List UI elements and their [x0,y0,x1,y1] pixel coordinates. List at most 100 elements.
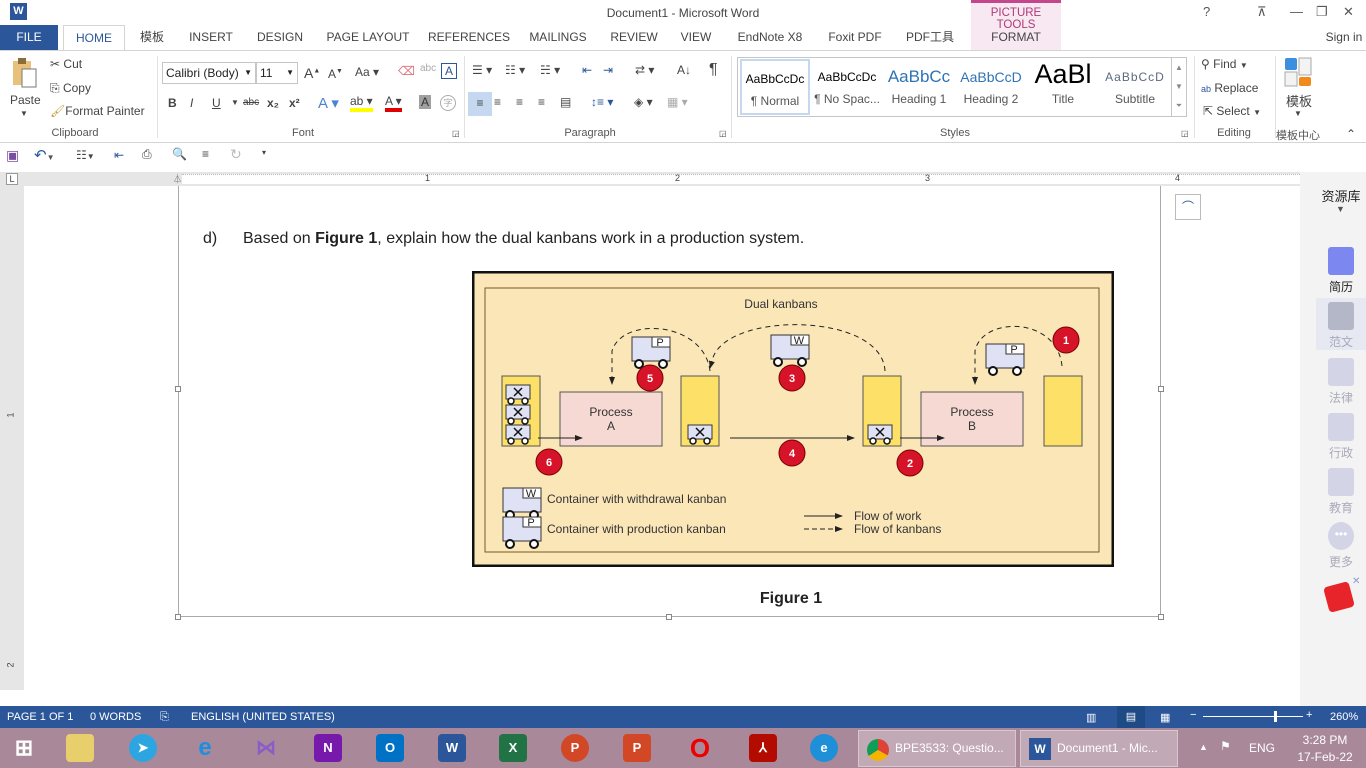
chevron-down-icon[interactable]: ▼ [1336,204,1345,214]
character-border-icon[interactable]: A [441,63,457,79]
underline-dropdown-icon[interactable]: ▼ [231,98,239,107]
justify-icon[interactable]: ≡ [538,95,545,109]
font-size-select[interactable]: 11▼ [256,62,298,84]
paragraph-dialog-launcher-icon[interactable]: ◲ [719,129,727,138]
outlook-icon[interactable]: O [376,734,404,762]
telegram-icon[interactable]: ➤ [129,734,157,762]
clear-formatting-icon[interactable]: ⌫ [398,64,415,78]
powerpoint-viewer-icon[interactable]: P [623,734,651,762]
copy-button[interactable]: ⎘ Copy [50,81,91,96]
visual-studio-icon[interactable]: ⋈ [252,734,280,762]
resize-handle[interactable] [1158,386,1164,392]
template-icon[interactable] [1283,57,1313,90]
powerpoint-icon[interactable]: P [561,734,589,762]
change-case-button[interactable]: Aa ▾ [355,65,379,79]
resource-library-header[interactable]: 资源库 [1316,186,1366,205]
zoom-slider-thumb[interactable] [1274,711,1277,722]
side-item-samples[interactable]: 范文 [1316,298,1366,350]
gallery-scroll[interactable]: ▲▼⏷ [1171,58,1186,116]
shrink-font-icon[interactable]: A▼ [328,67,343,81]
restore-icon[interactable]: ❐ [1316,4,1328,20]
print-preview-icon[interactable]: 🔍 [172,147,187,161]
resize-handle[interactable] [666,614,672,620]
indent-marker-icon[interactable]: ⏃ [173,172,182,185]
distributed-icon[interactable]: ▤ [560,95,571,109]
multilevel-list-icon[interactable]: ☵ ▾ [540,63,560,77]
bullets-icon[interactable]: ☰ ▾ [472,63,492,77]
show-formatting-marks-button[interactable]: ¶ [709,61,718,79]
text-effects-abc-icon[interactable]: abc [420,63,436,74]
tab-selector[interactable]: L [6,173,18,185]
close-promo-icon[interactable]: ✕ [1352,576,1360,587]
resize-handle[interactable] [1158,614,1164,620]
sort-icon[interactable]: A↓ [677,63,691,77]
horizontal-ruler[interactable]: L ⏃ 1 2 3 4 [0,172,1300,186]
borders-icon[interactable]: ▦ ▾ [667,95,688,109]
red-envelope-icon[interactable] [1323,581,1355,613]
layout-options-icon[interactable]: ⌒ [1175,194,1201,220]
zoom-slider-track[interactable] [1203,716,1303,717]
bold-button[interactable]: B [168,96,177,110]
excel-icon[interactable]: X [499,734,527,762]
scroll-down-icon[interactable]: ▼ [1172,77,1186,96]
tab-references[interactable]: REFERENCES [428,25,510,50]
web-layout-icon[interactable]: ▦ [1160,711,1170,724]
taskbar-word-window[interactable]: WDocument1 - Mic... [1020,730,1178,767]
vertical-ruler[interactable]: 1 2 [0,186,24,690]
file-explorer-icon[interactable] [66,734,94,762]
read-mode-icon[interactable]: ▥ [1086,711,1096,724]
close-icon[interactable]: ✕ [1343,4,1354,20]
replace-button[interactable]: ab Replace [1201,81,1258,95]
opera-icon[interactable]: O [686,734,714,762]
tab-review[interactable]: REVIEW [606,25,662,50]
numbering-qat-icon[interactable]: ☷▼ [76,148,95,162]
tab-pdf-tools[interactable]: PDF工具 [900,25,960,50]
minimize-icon[interactable]: — [1290,4,1303,19]
cut-button[interactable]: ✂ Cut [50,57,82,71]
style-title[interactable]: AaBlTitle [1028,59,1098,115]
tab-mailings[interactable]: MAILINGS [524,25,592,50]
tab-template[interactable]: 模板 [132,25,172,50]
side-item-more[interactable]: •••更多 [1316,522,1366,570]
italic-button[interactable]: I [190,96,193,110]
lines-icon[interactable]: ≡ [202,147,209,161]
resize-handle[interactable] [175,614,181,620]
superscript-button[interactable]: x² [289,96,300,110]
tab-home[interactable]: HOME [63,25,125,50]
action-center-flag-icon[interactable]: ⚑ [1220,739,1231,753]
acrobat-icon[interactable]: ⅄ [749,734,777,762]
align-right-icon[interactable]: ≡ [516,95,523,109]
start-windows-icon[interactable]: ⊞ [10,734,38,762]
collapse-ribbon-icon[interactable]: ⌃ [1346,127,1356,141]
zoom-in-button[interactable]: + [1306,709,1312,721]
template-button[interactable]: 模板 [1286,91,1312,110]
tab-format[interactable]: FORMAT [971,25,1061,50]
word-count[interactable]: 0 WORDS [90,711,141,723]
side-item-law[interactable]: 法律 [1316,358,1366,406]
onenote-icon[interactable]: N [314,734,342,762]
tab-endnote[interactable]: EndNote X8 [732,25,808,50]
subscript-button[interactable]: x₂ [267,96,279,110]
taskbar-chrome-window[interactable]: BPE3533: Questio... [858,730,1016,767]
zoom-level[interactable]: 260% [1330,711,1358,723]
edge-icon[interactable]: e [810,734,838,762]
align-left-icon[interactable]: ≡ [468,92,492,116]
zoom-out-button[interactable]: − [1190,709,1196,721]
style-normal[interactable]: AaBbCcDc¶ Normal [740,59,810,115]
word-icon[interactable]: W [438,734,466,762]
highlight-color-icon[interactable]: ab ▾ [350,94,373,112]
enclose-characters-icon[interactable]: 字 [440,95,456,111]
customize-qat-icon[interactable]: ▾ [262,148,266,157]
tab-design[interactable]: DESIGN [252,25,308,50]
paste-icon[interactable] [10,57,40,91]
page-count[interactable]: PAGE 1 OF 1 [7,711,73,723]
font-dialog-launcher-icon[interactable]: ◲ [452,129,460,138]
tab-foxit-pdf[interactable]: Foxit PDF [822,25,888,50]
text-direction-icon[interactable]: ⇄ ▾ [635,63,654,77]
tab-file[interactable]: FILE [0,25,58,50]
side-item-resume[interactable]: 简历 [1316,247,1366,295]
resize-handle[interactable] [175,386,181,392]
select-button[interactable]: ⇱ Select ▼ [1203,104,1261,118]
internet-explorer-icon[interactable]: e [191,734,219,762]
style-heading-1[interactable]: AaBbCcHeading 1 [884,59,954,115]
